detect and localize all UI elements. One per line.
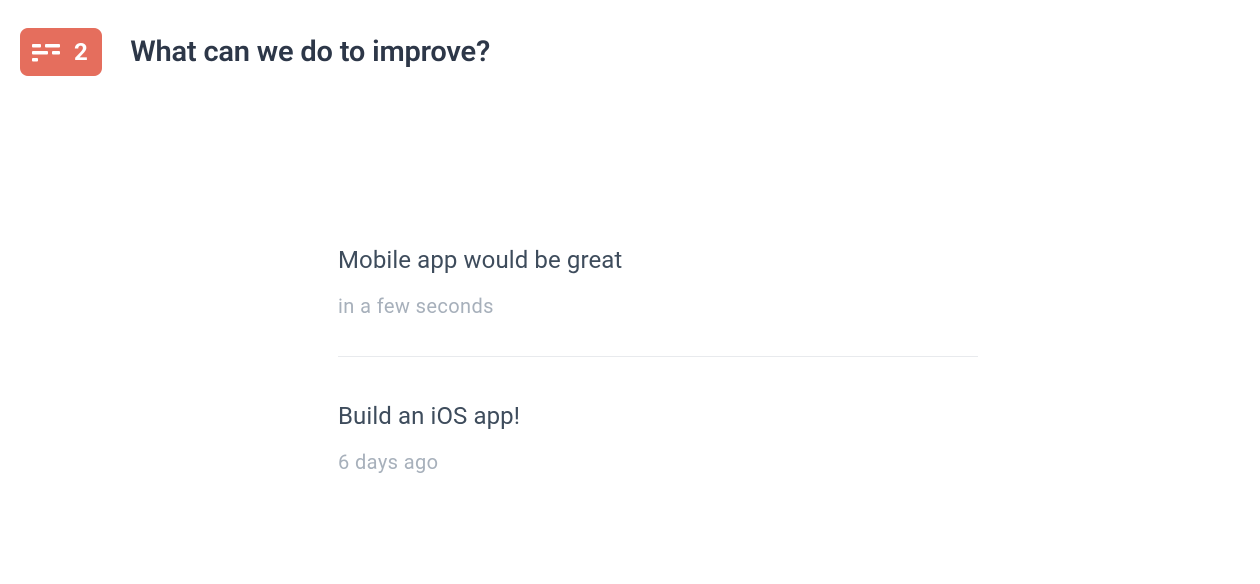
response-item[interactable]: Build an iOS app! 6 days ago [338,357,978,474]
responses-list: Mobile app would be great in a few secon… [338,246,978,474]
response-count: 2 [74,38,88,66]
response-text: Mobile app would be great [338,246,978,274]
response-text: Build an iOS app! [338,402,978,430]
response-count-badge[interactable]: 2 [20,28,102,76]
question-header: 2 What can we do to improve? [0,0,1260,76]
question-title: What can we do to improve? [130,35,490,69]
form-icon [32,42,60,62]
response-item[interactable]: Mobile app would be great in a few secon… [338,246,978,357]
response-timestamp: 6 days ago [338,450,978,474]
response-timestamp: in a few seconds [338,294,978,318]
